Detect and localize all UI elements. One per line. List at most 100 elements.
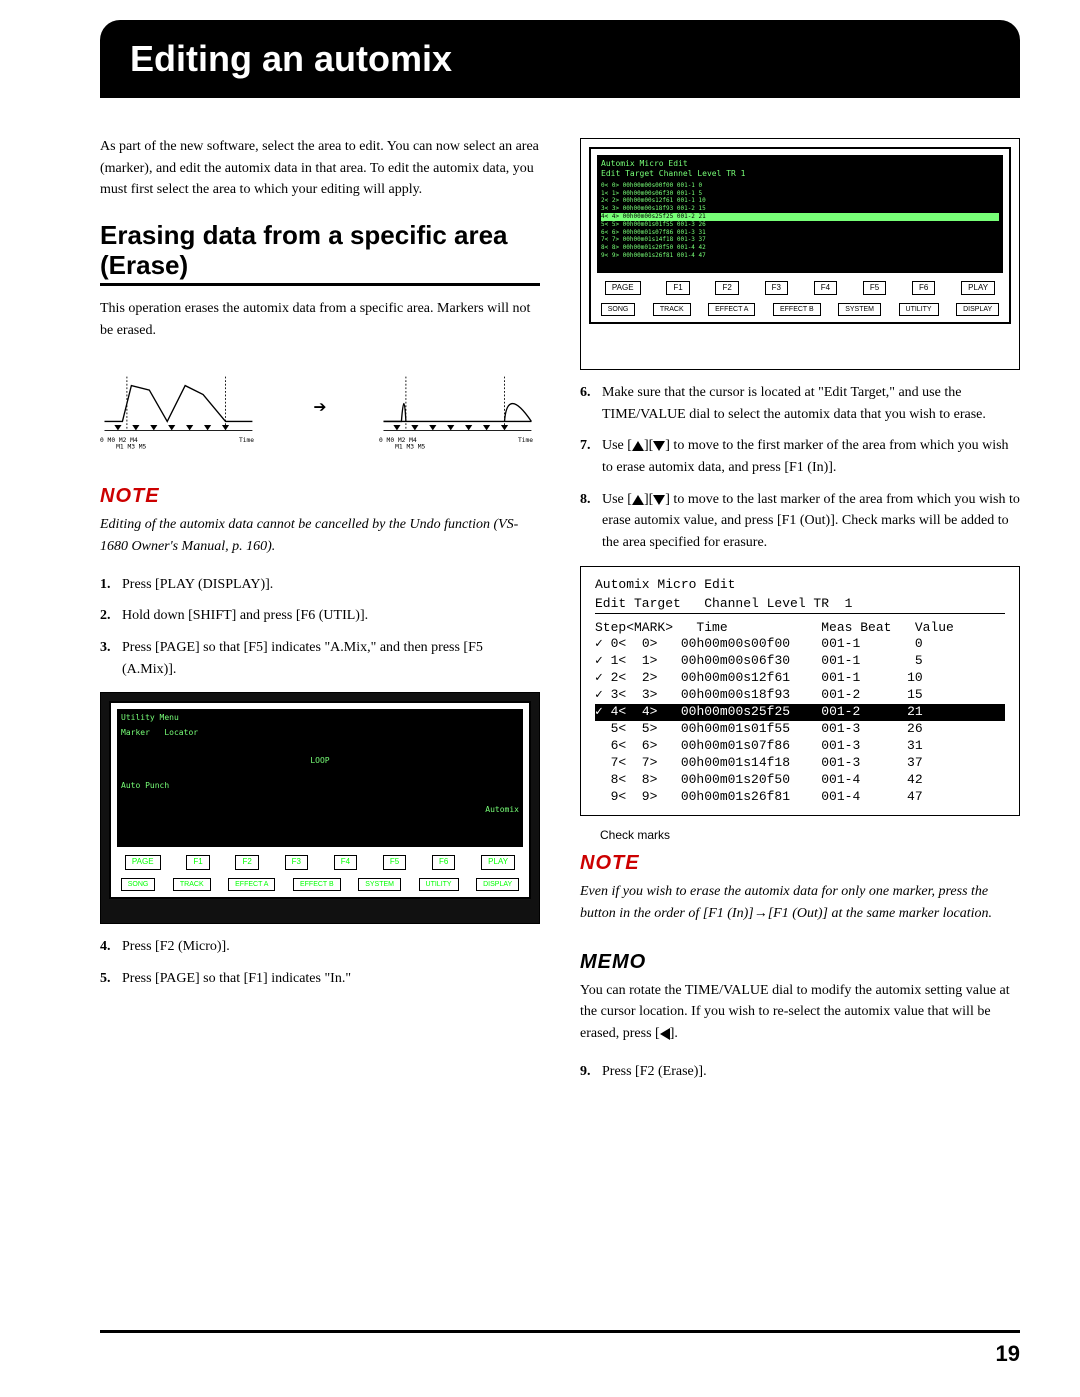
- step-9-list: 9.Press [F2 (Erase)].: [580, 1061, 1020, 1083]
- lbl2-system: SYSTEM: [838, 303, 881, 316]
- lbl-display: DISPLAY: [476, 878, 519, 891]
- steps-list-a: 1.Press [PLAY (DISPLAY)]. 2.Hold down [S…: [100, 574, 540, 681]
- s8-post: ] to move to the last marker of the area…: [602, 492, 1020, 550]
- up-arrow-icon: [632, 441, 644, 451]
- lbl2-display: DISPLAY: [956, 303, 999, 316]
- s7-pre: Use [: [602, 438, 632, 453]
- svg-text:M1 M3 M5: M1 M3 M5: [395, 444, 425, 451]
- lbl2-effecta: EFFECT A: [708, 303, 755, 316]
- note-label-2: NOTE: [580, 852, 640, 875]
- btn-f1: F1: [186, 855, 209, 869]
- step-6-text: Make sure that the cursor is located at …: [602, 382, 1020, 425]
- step-4-text: Press [F2 (Micro)].: [122, 936, 540, 958]
- step-9-num: 9.: [580, 1061, 602, 1083]
- lbl2-track: TRACK: [653, 303, 691, 316]
- btn-f3: F3: [285, 855, 308, 869]
- step-9-text: Press [F2 (Erase)].: [602, 1061, 1020, 1083]
- svg-text:M1 M3 M5: M1 M3 M5: [116, 444, 146, 451]
- intro-text: As part of the new software, select the …: [100, 136, 540, 201]
- erase-desc: This operation erases the automix data f…: [100, 298, 540, 341]
- s8-pre: Use [: [602, 492, 632, 507]
- screen3-row: ✓ 4< 4> 00h00m00s25f25 001-2 21: [595, 704, 1005, 721]
- btn2-f6: F6: [912, 281, 935, 295]
- btn2-f2: F2: [715, 281, 738, 295]
- btn-f5: F5: [383, 855, 406, 869]
- step-3-text: Press [PAGE] so that [F5] indicates "A.M…: [122, 637, 540, 680]
- screen3-title: Automix Micro Edit: [595, 577, 1005, 594]
- steps-list-right: 6.Make sure that the cursor is located a…: [580, 382, 1020, 554]
- page-number: 19: [996, 1341, 1020, 1366]
- svg-text:Time: Time: [518, 437, 533, 444]
- lbl-effecta: EFFECT A: [228, 878, 275, 891]
- up-arrow-icon: [632, 495, 644, 505]
- btn2-page: PAGE: [605, 281, 641, 295]
- btn2-f1: F1: [666, 281, 689, 295]
- screen3-row: 7< 7> 00h00m01s14f18 001-3 37: [595, 755, 1005, 772]
- screen3-row: 8< 8> 00h00m01s20f50 001-4 42: [595, 772, 1005, 789]
- lbl-song: SONG: [121, 878, 156, 891]
- btn-f6: F6: [432, 855, 455, 869]
- steps-list-b: 4.Press [F2 (Micro)]. 5.Press [PAGE] so …: [100, 936, 540, 989]
- memo-pre: You can rotate the TIME/VALUE dial to mo…: [580, 983, 1010, 1041]
- screen3-row: 5< 5> 00h00m01s01f55 001-3 26: [595, 721, 1005, 738]
- page-footer: 19: [100, 1330, 1020, 1367]
- lcd-loop: LOOP: [310, 756, 329, 765]
- erase-graph-figure: 0 M0 M2 M4 M1 M3 M5 Time ➔: [100, 353, 540, 463]
- s7-mid: ][: [644, 438, 653, 453]
- step-2-text: Hold down [SHIFT] and press [F6 (UTIL)].: [122, 605, 540, 627]
- step-3-num: 3.: [100, 637, 122, 680]
- screen3-row: ✓ 1< 1> 00h00m00s06f30 001-1 5: [595, 653, 1005, 670]
- page-title: Editing an automix: [130, 38, 990, 80]
- step-7-text: Use [][] to move to the first marker of …: [602, 435, 1020, 478]
- step-7-num: 7.: [580, 435, 602, 478]
- left-arrow-icon: [660, 1028, 670, 1040]
- svg-text:Time: Time: [239, 437, 254, 444]
- screen3-header: Step<MARK> Time Meas Beat Value: [595, 620, 1005, 637]
- screen3-row: 9< 9> 00h00m01s26f81 001-4 47: [595, 789, 1005, 806]
- lcd-utility: Utility Menu: [121, 713, 519, 723]
- step-1-text: Press [PLAY (DISPLAY)].: [122, 574, 540, 596]
- lbl-effectb: EFFECT B: [293, 878, 341, 891]
- left-column: As part of the new software, select the …: [100, 126, 540, 1093]
- lbl2-effectb: EFFECT B: [773, 303, 821, 316]
- btn-play: PLAY: [481, 855, 515, 869]
- memo-text: You can rotate the TIME/VALUE dial to mo…: [580, 980, 1020, 1045]
- screen3-row: ✓ 3< 3> 00h00m00s18f93 001-2 15: [595, 687, 1005, 704]
- step-5-num: 5.: [100, 968, 122, 990]
- s8-mid: ][: [644, 492, 653, 507]
- btn-f4: F4: [334, 855, 357, 869]
- step-6-num: 6.: [580, 382, 602, 425]
- down-arrow-icon: [653, 495, 665, 505]
- down-arrow-icon: [653, 441, 665, 451]
- screen3-row: ✓ 0< 0> 00h00m00s00f00 001-1 0: [595, 636, 1005, 653]
- lbl-track: TRACK: [173, 878, 211, 891]
- automix-micro-edit-table: Automix Micro Edit Edit Target Channel L…: [580, 566, 1020, 817]
- btn2-f5: F5: [863, 281, 886, 295]
- section-heading-erase: Erasing data from a specific area (Erase…: [100, 221, 540, 286]
- lbl-utility: UTILITY: [419, 878, 459, 891]
- screen3-row: ✓ 2< 2> 00h00m00s12f61 001-1 10: [595, 670, 1005, 687]
- right-column: Automix Micro Edit Edit Target Channel L…: [580, 126, 1020, 1093]
- lbl-system: SYSTEM: [358, 878, 401, 891]
- lcd-automix: Automix: [485, 805, 519, 814]
- micro-edit-device-screenshot: Automix Micro Edit Edit Target Channel L…: [580, 138, 1020, 370]
- screen3-target: Edit Target Channel Level TR 1: [595, 596, 1005, 614]
- btn2-f4: F4: [814, 281, 837, 295]
- screen3-row: 6< 6> 00h00m01s07f86 001-3 31: [595, 738, 1005, 755]
- memo-label: MEMO: [580, 951, 646, 974]
- memo-post: ].: [670, 1026, 678, 1041]
- lcd2-target: Edit Target Channel Level TR 1: [601, 169, 999, 179]
- btn2-play: PLAY: [961, 281, 995, 295]
- btn-f2: F2: [235, 855, 258, 869]
- note-2: Even if you wish to erase the automix da…: [580, 881, 1020, 924]
- step-2-num: 2.: [100, 605, 122, 627]
- step-5-text: Press [PAGE] so that [F1] indicates "In.…: [122, 968, 540, 990]
- lcd-autopunch: Auto Punch: [121, 781, 169, 790]
- page-title-bar: Editing an automix: [100, 20, 1020, 98]
- btn-page: PAGE: [125, 855, 161, 869]
- check-marks-caption: Check marks: [600, 828, 1020, 842]
- lcd-locator: Locator: [164, 728, 198, 737]
- note-label: NOTE: [100, 485, 160, 508]
- arrow-right-icon: ➔: [313, 394, 326, 423]
- step-8-text: Use [ ][] to move to the last marker of t…: [602, 489, 1020, 554]
